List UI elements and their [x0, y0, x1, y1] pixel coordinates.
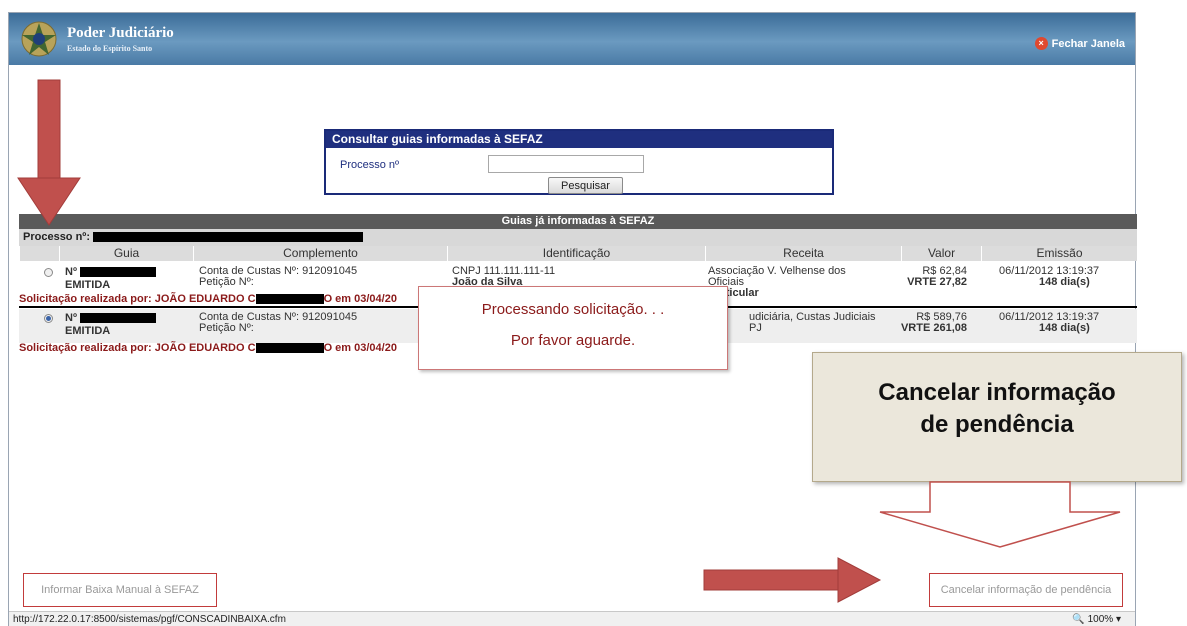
- complemento-peticao: Petição Nº:: [199, 322, 254, 334]
- guia-status: EMITIDA: [65, 325, 111, 337]
- coat-of-arms-icon: [21, 21, 57, 57]
- processing-wait: Por favor aguarde.: [510, 332, 636, 349]
- emissao-dias: 148 dia(s): [1039, 276, 1090, 288]
- request-info: Solicitação realizada por: JOÃO EDUARDO …: [19, 342, 397, 354]
- receita-line-2: PJ: [749, 322, 762, 334]
- redacted-guia: [80, 267, 157, 278]
- close-window-label: Fechar Janela: [1051, 37, 1125, 50]
- row-radio[interactable]: [44, 268, 53, 277]
- vrte: VRTE 261,08: [900, 322, 967, 334]
- search-panel-title: Consultar guias informadas à SEFAZ: [326, 131, 832, 148]
- complemento-peticao: Petição Nº:: [199, 276, 254, 288]
- app-header: Poder Judiciário Estado do Espírito Sant…: [9, 13, 1135, 65]
- annotation-callout: Cancelar informação de pendência: [812, 352, 1182, 482]
- cancel-pendencia-button[interactable]: Cancelar informação de pendência: [929, 573, 1123, 607]
- app-subtitle: Estado do Espírito Santo: [67, 44, 153, 53]
- processo-label: Processo nº: [340, 159, 400, 171]
- processing-message: Processando solicitação. . .: [481, 301, 665, 318]
- search-panel: Consultar guias informadas à SEFAZ Proce…: [324, 129, 834, 195]
- redacted-name: [255, 343, 324, 354]
- guia-number: Nº: [65, 312, 157, 324]
- manual-baixa-button[interactable]: Informar Baixa Manual à SEFAZ: [23, 573, 217, 607]
- zoom-control[interactable]: 🔍 100% ▾: [1072, 614, 1121, 625]
- receita-line-1: udiciária, Custas Judiciais: [749, 311, 876, 323]
- results-title: Guias já informadas à SEFAZ: [19, 214, 1137, 229]
- guia-number: Nº: [65, 266, 157, 278]
- processo-number-label: Processo nº:: [23, 231, 90, 243]
- emissao-dias: 148 dia(s): [1039, 322, 1090, 334]
- zoom-level: 100%: [1087, 614, 1114, 625]
- close-icon: ×: [1034, 37, 1048, 50]
- redacted-name: [255, 294, 324, 305]
- redacted-guia: [80, 313, 157, 324]
- processing-dialog: Processando solicitação. . . Por favor a…: [418, 286, 728, 370]
- app-title: Poder Judiciário: [67, 25, 174, 41]
- row-radio[interactable]: [44, 314, 53, 323]
- redacted-processo: [93, 232, 364, 243]
- processo-row: Processo nº:: [19, 229, 1137, 246]
- status-url: http://172.22.0.17:8500/sistemas/pgf/CON…: [13, 614, 286, 625]
- request-info: Solicitação realizada por: JOÃO EDUARDO …: [19, 293, 397, 305]
- guia-status: EMITIDA: [65, 279, 111, 291]
- callout-line-1: Cancelar informação: [878, 379, 1116, 406]
- search-button[interactable]: Pesquisar: [548, 177, 623, 194]
- callout-line-2: de pendência: [920, 411, 1074, 438]
- status-bar: http://172.22.0.17:8500/sistemas/pgf/CON…: [9, 611, 1135, 626]
- vrte: VRTE 27,82: [907, 276, 967, 288]
- zoom-icon: 🔍: [1072, 614, 1085, 625]
- close-window-link[interactable]: × Fechar Janela: [1034, 37, 1125, 50]
- processo-input[interactable]: [488, 155, 644, 173]
